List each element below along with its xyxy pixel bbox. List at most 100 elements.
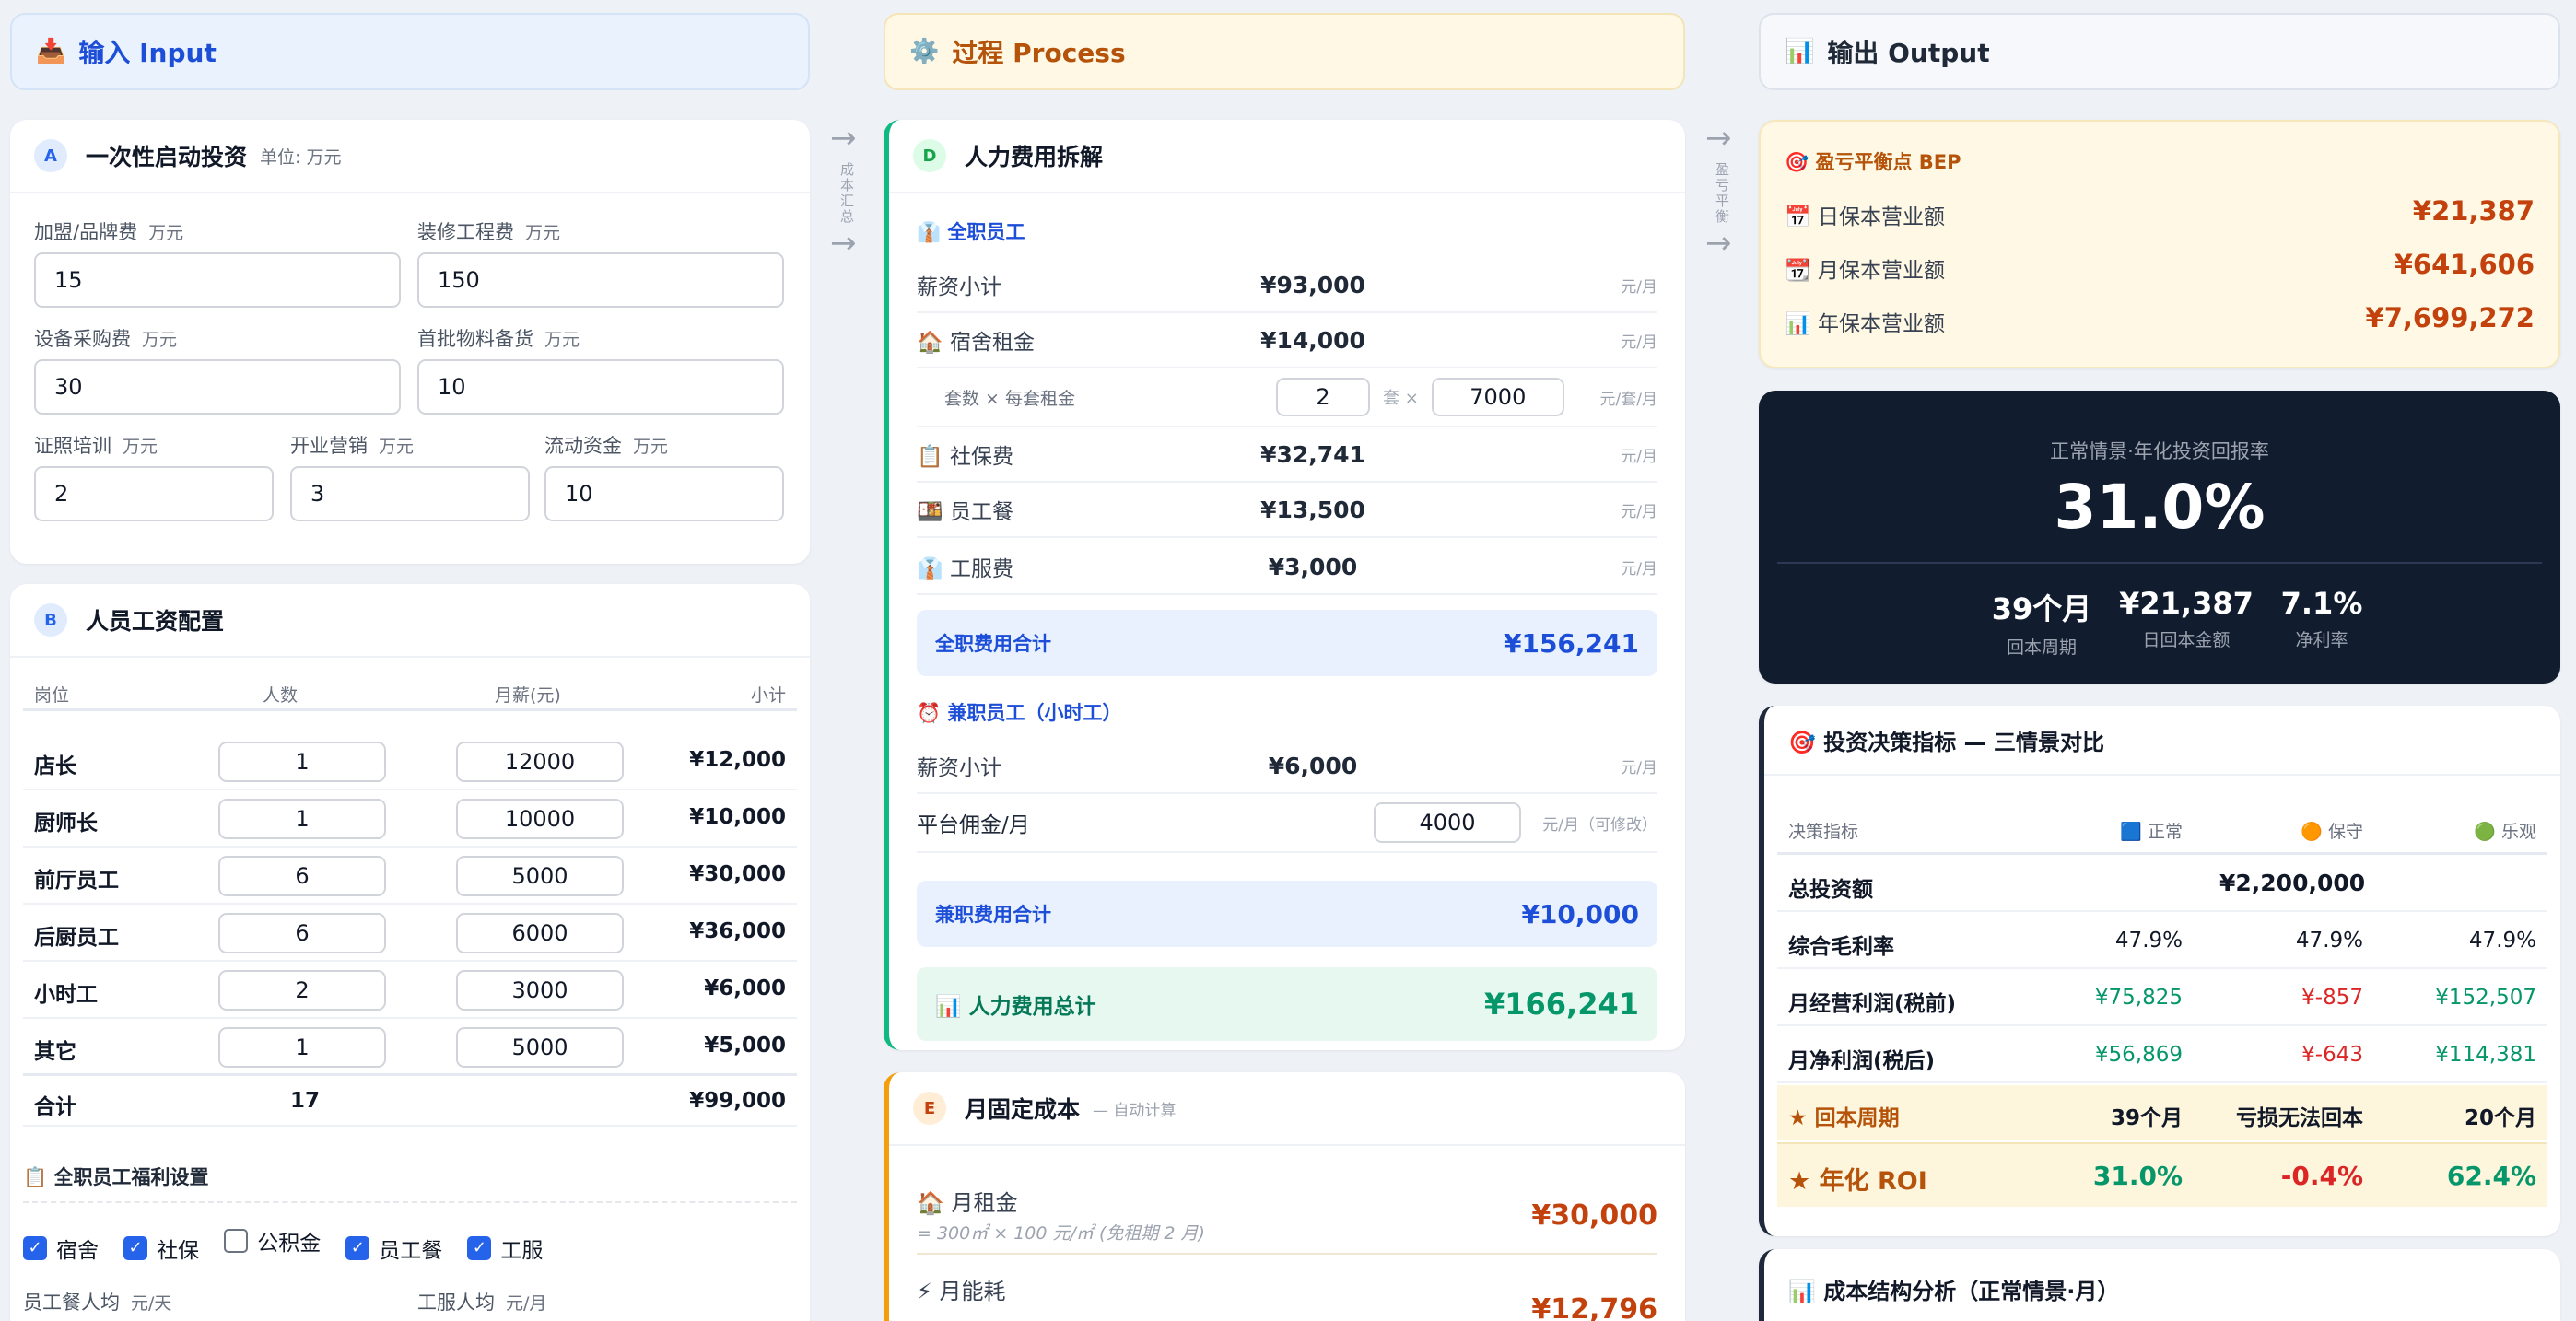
- parttime-total-box: 兼职费用合计 ¥10,000: [917, 881, 1657, 947]
- input-column: 📥 输入 Input A 一次性启动投资 单位: 万元 加盟/品牌费 万元 15 …: [10, 13, 810, 1321]
- headcount-input[interactable]: 1: [218, 1027, 386, 1068]
- decision-row-payback: ★ 回本周期 39个月 亏损无法回本 20个月: [1777, 1085, 2547, 1140]
- salary-table-row: 前厅员工 6 5000 ¥30,000: [23, 848, 797, 905]
- decision-metrics-card: 🎯 投资决策指标 — 三情景对比 决策指标 🟦 正常 🟠 保守 🟢 乐观 总投资…: [1759, 706, 2560, 1236]
- decision-row-annual-roi: ★ 年化 ROI 31.0% -0.4% 62.4%: [1777, 1142, 2547, 1207]
- role-name: 后厨员工: [34, 926, 119, 950]
- bep-daily-row: 📅 日保本营业额 ¥21,387: [1785, 195, 2535, 229]
- card-title: 人力费用拆解: [965, 144, 1104, 170]
- welfare-social-insurance-checkbox[interactable]: ✓ 社保: [123, 1233, 199, 1264]
- process-column: ⚙️ 过程 Process D 人力费用拆解 👔 全职员工 薪资小计 ¥93,00…: [884, 13, 1685, 1321]
- staff-salary-card: B 人员工资配置 岗位 人数 月薪(元) 小计 店长 1 12000 ¥12,000 厨…: [10, 584, 810, 1321]
- welfare-dorm-checkbox[interactable]: ✓ 宿舍: [23, 1233, 99, 1264]
- output-column: 📊 输出 Output 🎯 盈亏平衡点 BEP 📅 日保本营业额 ¥21,387…: [1759, 13, 2560, 1321]
- decision-title: 🎯 投资决策指标 — 三情景对比: [1788, 729, 2104, 755]
- roi-value: 31.0%: [2054, 472, 2266, 543]
- monthly-salary-input[interactable]: 5000: [456, 856, 624, 896]
- decision-row-gross-margin: 综合毛利率 47.9% 47.9% 47.9%: [1777, 914, 2547, 969]
- social-insurance-row: 📋 社保费 ¥32,741 元/月: [917, 427, 1657, 483]
- meal-cost-label: 员工餐人均 元/天: [23, 1292, 172, 1314]
- roi-stat-payback: 39个月 回本周期: [1991, 591, 2092, 658]
- dorm-detail-row: 套数 × 每套租金 2 套 × 7000 元/套/月: [917, 368, 1657, 427]
- headcount-input[interactable]: 2: [218, 970, 386, 1011]
- process-column-header: ⚙️ 过程 Process: [884, 13, 1685, 90]
- card-badge-b: B: [34, 603, 67, 637]
- flow-label-break-even: 盈亏平衡: [1714, 162, 1730, 225]
- fulltime-salary-row: 薪资小计 ¥93,000 元/月: [917, 258, 1657, 313]
- flow-label-cost-summary: 成本汇总: [838, 162, 855, 225]
- license-input[interactable]: 2: [34, 466, 274, 521]
- headcount-input[interactable]: 6: [218, 856, 386, 896]
- role-name: 厨师长: [34, 812, 98, 836]
- salary-table-row: 厨师长 1 10000 ¥10,000: [23, 790, 797, 848]
- equipment-input[interactable]: 30: [34, 359, 401, 415]
- startup-investment-card: A 一次性启动投资 单位: 万元 加盟/品牌费 万元 15 装修工程费 万元 150…: [10, 120, 810, 564]
- monthly-salary-input[interactable]: 5000: [456, 1027, 624, 1068]
- headcount-input[interactable]: 1: [218, 742, 386, 782]
- roi-stat-daily-payback: ¥21,387 日回本金额: [2119, 586, 2254, 650]
- arrow-right-icon: →: [1705, 225, 1732, 262]
- welfare-title: 📋 全职员工福利设置: [23, 1163, 797, 1203]
- decision-row-net-profit: 月净利润(税后) ¥56,869 ¥-643 ¥114,381: [1777, 1028, 2547, 1083]
- welfare-uniform-checkbox[interactable]: ✓ 工服: [467, 1233, 543, 1264]
- field-label-initial-stock: 首批物料备货 万元: [417, 328, 580, 350]
- parttime-section-title: ⏰ 兼职员工（小时工）: [917, 702, 1122, 724]
- marketing-input[interactable]: 3: [290, 466, 530, 521]
- card-badge-a: A: [34, 139, 67, 172]
- field-label-equipment: 设备采购费 万元: [34, 328, 178, 350]
- labor-cost-card: D 人力费用拆解 👔 全职员工 薪资小计 ¥93,000 元/月 🏠 宿舍租金 ¥14…: [884, 120, 1685, 1050]
- energy-row: ⚡ 月能耗 ¥12,796: [917, 1279, 1657, 1321]
- bar-chart-icon: 📊: [1785, 38, 1815, 65]
- field-label-franchise-fee: 加盟/品牌费 万元: [34, 221, 184, 243]
- bep-title: 🎯 盈亏平衡点 BEP: [1785, 151, 1961, 173]
- monthly-salary-input[interactable]: 12000: [456, 742, 624, 782]
- field-label-marketing: 开业营销 万元: [290, 435, 415, 457]
- salary-table-row: 后厨员工 6 6000 ¥36,000: [23, 905, 797, 962]
- fulltime-section-title: 👔 全职员工: [917, 221, 1025, 243]
- welfare-checkboxes: ✓ 宿舍 ✓ 社保 公积金 ✓ 员工餐 ✓ 工服: [23, 1225, 563, 1264]
- row-subtotal: ¥6,000: [704, 976, 786, 1000]
- role-name: 其它: [34, 1040, 76, 1064]
- roi-stat-net-margin: 7.1% 净利率: [2280, 586, 2363, 650]
- platform-commission-input[interactable]: 4000: [1374, 802, 1521, 843]
- dorm-rent-row: 🏠 宿舍租金 ¥14,000 元/月: [917, 313, 1657, 368]
- fulltime-total-box: 全职费用合计 ¥156,241: [917, 610, 1657, 676]
- cost-structure-title: 📊 成本结构分析（正常情景·月）: [1788, 1279, 2120, 1304]
- output-column-header: 📊 输出 Output: [1759, 13, 2560, 90]
- working-capital-input[interactable]: 10: [544, 466, 784, 521]
- decision-table-header: 决策指标 🟦 正常 🟠 保守 🟢 乐观: [1777, 812, 2547, 855]
- salary-table-row: 店长 1 12000 ¥12,000: [23, 733, 797, 790]
- input-column-header: 📥 输入 Input: [10, 13, 810, 90]
- salary-total-row: 合计 17 ¥99,000: [23, 1073, 797, 1127]
- dorm-rent-input[interactable]: 7000: [1431, 378, 1564, 416]
- monthly-salary-input[interactable]: 6000: [456, 913, 624, 953]
- break-even-card: 🎯 盈亏平衡点 BEP 📅 日保本营业额 ¥21,387 📆 月保本营业额 ¥6…: [1759, 120, 2560, 368]
- staff-meal-row: 🍱 员工餐 ¥13,500 元/月: [917, 483, 1657, 538]
- decision-row-total-investment: 总投资额 ¥2,200,000: [1777, 857, 2547, 912]
- card-title: 月固定成本: [965, 1096, 1081, 1123]
- field-label-renovation: 装修工程费 万元: [417, 221, 561, 243]
- field-label-working-capital: 流动资金 万元: [544, 435, 669, 457]
- row-subtotal: ¥5,000: [704, 1034, 786, 1058]
- headcount-input[interactable]: 6: [218, 913, 386, 953]
- uniform-cost-label: 工服人均 元/月: [417, 1292, 547, 1314]
- monthly-salary-input[interactable]: 10000: [456, 799, 624, 839]
- welfare-housing-fund-checkbox[interactable]: 公积金: [224, 1225, 321, 1257]
- dorm-sets-input[interactable]: 2: [1276, 378, 1370, 416]
- initial-stock-input[interactable]: 10: [417, 359, 784, 415]
- roi-summary-card: 正常情景·年化投资回报率 31.0% 39个月 回本周期 ¥21,387 日回本…: [1759, 391, 2560, 684]
- arrow-right-icon: →: [830, 120, 857, 157]
- platform-commission-row: 平台佣金/月 4000 元/月（可修改）: [917, 794, 1657, 853]
- franchise-fee-input[interactable]: 15: [34, 252, 401, 308]
- row-subtotal: ¥12,000: [689, 748, 786, 772]
- roi-caption: 正常情景·年化投资回报率: [2050, 440, 2269, 462]
- salary-table-row: 其它 1 5000 ¥5,000: [23, 1019, 797, 1076]
- row-subtotal: ¥36,000: [689, 919, 786, 943]
- inbox-icon: 📥: [36, 38, 66, 65]
- headcount-input[interactable]: 1: [218, 799, 386, 839]
- monthly-salary-input[interactable]: 3000: [456, 970, 624, 1011]
- renovation-input[interactable]: 150: [417, 252, 784, 308]
- salary-table-row: 小时工 2 3000 ¥6,000: [23, 962, 797, 1019]
- row-subtotal: ¥30,000: [689, 862, 786, 886]
- welfare-meal-checkbox[interactable]: ✓ 员工餐: [345, 1233, 442, 1264]
